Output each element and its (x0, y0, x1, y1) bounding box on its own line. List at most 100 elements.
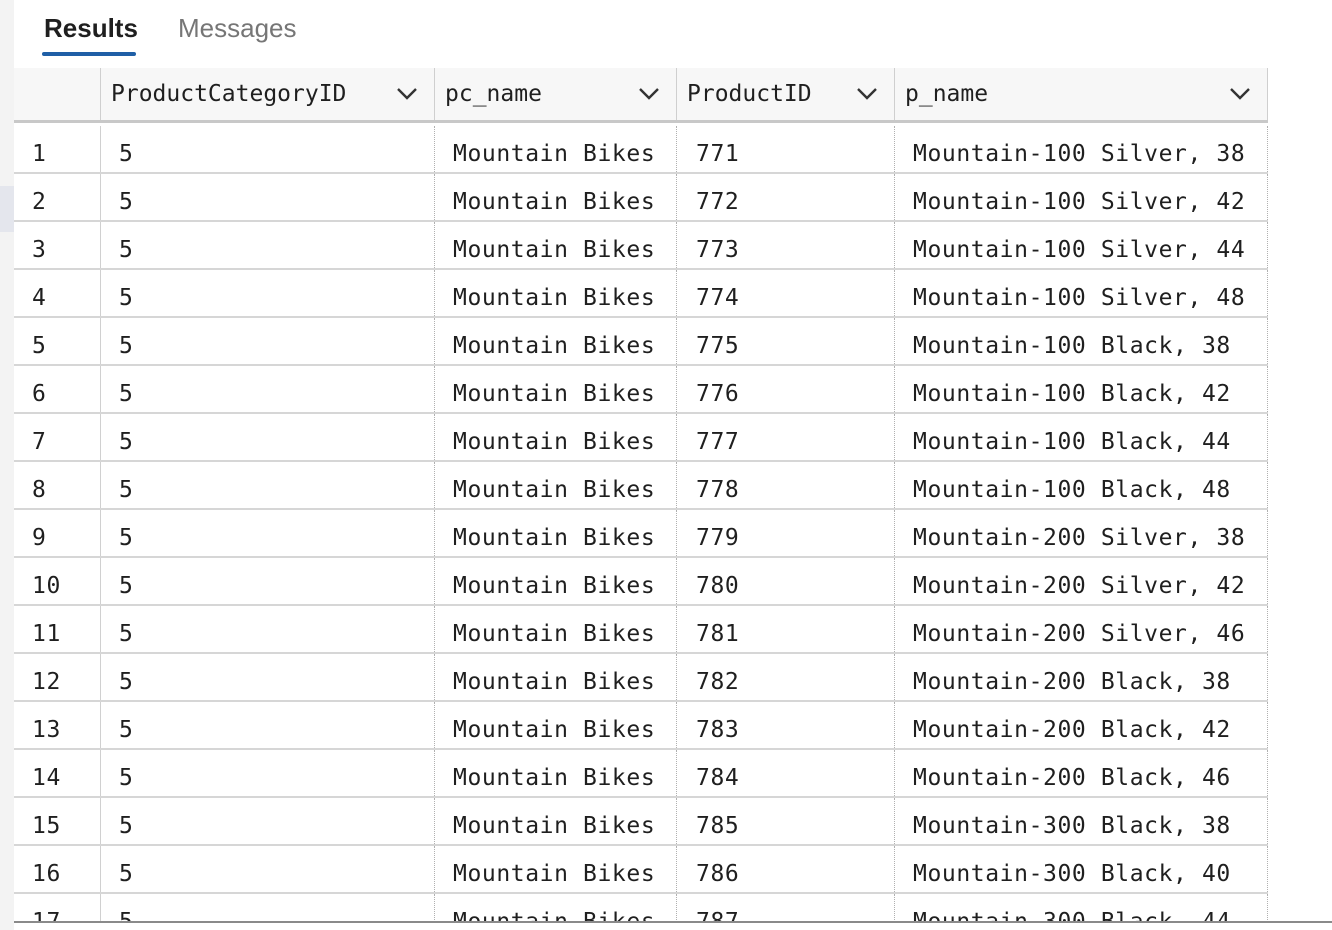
cell-p-name[interactable]: Mountain-300 Black, 38 (895, 798, 1268, 844)
column-header-productcategoryid[interactable]: ProductCategoryID (101, 68, 435, 120)
cell-productcategoryid[interactable]: 5 (101, 414, 435, 460)
row-number[interactable]: 5 (14, 318, 101, 364)
table-row[interactable]: 16 5 Mountain Bikes 786 Mountain-300 Black, … (14, 846, 1268, 894)
cell-productcategoryid[interactable]: 5 (101, 558, 435, 604)
cell-productcategoryid[interactable]: 5 (101, 654, 435, 700)
table-row[interactable]: 8 5 Mountain Bikes 778 Mountain-100 Black, 4… (14, 462, 1268, 510)
cell-pc-name[interactable]: Mountain Bikes (435, 510, 677, 556)
cell-productid[interactable]: 785 (677, 798, 895, 844)
cell-productid[interactable]: 774 (677, 270, 895, 316)
cell-productcategoryid[interactable]: 5 (101, 462, 435, 508)
cell-pc-name[interactable]: Mountain Bikes (435, 606, 677, 652)
chevron-down-icon[interactable] (856, 87, 878, 101)
table-row[interactable]: 1 5 Mountain Bikes 771 Mountain-100 Silver, … (14, 126, 1268, 174)
cell-productcategoryid[interactable]: 5 (101, 270, 435, 316)
cell-pc-name[interactable]: Mountain Bikes (435, 126, 677, 172)
row-number[interactable]: 17 (14, 894, 101, 922)
table-row[interactable]: 3 5 Mountain Bikes 773 Mountain-100 Silver, … (14, 222, 1268, 270)
cell-productid[interactable]: 775 (677, 318, 895, 364)
cell-p-name[interactable]: Mountain-100 Silver, 42 (895, 174, 1268, 220)
cell-p-name[interactable]: Mountain-100 Black, 38 (895, 318, 1268, 364)
cell-p-name[interactable]: Mountain-300 Black, 40 (895, 846, 1268, 892)
cell-productid[interactable]: 771 (677, 126, 895, 172)
cell-productcategoryid[interactable]: 5 (101, 798, 435, 844)
cell-productid[interactable]: 773 (677, 222, 895, 268)
chevron-down-icon[interactable] (396, 87, 418, 101)
cell-productcategoryid[interactable]: 5 (101, 366, 435, 412)
row-number[interactable]: 9 (14, 510, 101, 556)
row-number[interactable]: 12 (14, 654, 101, 700)
table-row[interactable]: 10 5 Mountain Bikes 780 Mountain-200 Silver,… (14, 558, 1268, 606)
column-header-pc-name[interactable]: pc_name (435, 68, 677, 120)
row-number[interactable]: 15 (14, 798, 101, 844)
column-header-productid[interactable]: ProductID (677, 68, 895, 120)
cell-p-name[interactable]: Mountain-100 Silver, 38 (895, 126, 1268, 172)
cell-productid[interactable]: 772 (677, 174, 895, 220)
cell-productcategoryid[interactable]: 5 (101, 126, 435, 172)
cell-productcategoryid[interactable]: 5 (101, 606, 435, 652)
cell-p-name[interactable]: Mountain-200 Silver, 38 (895, 510, 1268, 556)
cell-productid[interactable]: 787 (677, 894, 895, 922)
cell-productid[interactable]: 779 (677, 510, 895, 556)
table-row[interactable]: 13 5 Mountain Bikes 783 Mountain-200 Black, … (14, 702, 1268, 750)
cell-pc-name[interactable]: Mountain Bikes (435, 222, 677, 268)
table-row[interactable]: 15 5 Mountain Bikes 785 Mountain-300 Black, … (14, 798, 1268, 846)
cell-p-name[interactable]: Mountain-100 Silver, 48 (895, 270, 1268, 316)
cell-productid[interactable]: 780 (677, 558, 895, 604)
row-number[interactable]: 14 (14, 750, 101, 796)
cell-pc-name[interactable]: Mountain Bikes (435, 846, 677, 892)
cell-p-name[interactable]: Mountain-200 Black, 38 (895, 654, 1268, 700)
row-number[interactable]: 3 (14, 222, 101, 268)
cell-p-name[interactable]: Mountain-100 Silver, 44 (895, 222, 1268, 268)
table-row[interactable]: 5 5 Mountain Bikes 775 Mountain-100 Black, 3… (14, 318, 1268, 366)
cell-productid[interactable]: 781 (677, 606, 895, 652)
cell-pc-name[interactable]: Mountain Bikes (435, 702, 677, 748)
cell-pc-name[interactable]: Mountain Bikes (435, 318, 677, 364)
chevron-down-icon[interactable] (1229, 87, 1251, 101)
table-row[interactable]: 2 5 Mountain Bikes 772 Mountain-100 Silver, … (14, 174, 1268, 222)
cell-productcategoryid[interactable]: 5 (101, 318, 435, 364)
row-number[interactable]: 2 (14, 174, 101, 220)
table-row[interactable]: 17 5 Mountain Bikes 787 Mountain-300 Black, … (14, 894, 1268, 922)
cell-productid[interactable]: 786 (677, 846, 895, 892)
cell-pc-name[interactable]: Mountain Bikes (435, 750, 677, 796)
cell-pc-name[interactable]: Mountain Bikes (435, 174, 677, 220)
row-number[interactable]: 10 (14, 558, 101, 604)
cell-productid[interactable]: 782 (677, 654, 895, 700)
table-row[interactable]: 6 5 Mountain Bikes 776 Mountain-100 Black, 4… (14, 366, 1268, 414)
table-row[interactable]: 12 5 Mountain Bikes 782 Mountain-200 Black, … (14, 654, 1268, 702)
cell-productcategoryid[interactable]: 5 (101, 894, 435, 922)
cell-productcategoryid[interactable]: 5 (101, 702, 435, 748)
cell-pc-name[interactable]: Mountain Bikes (435, 894, 677, 922)
cell-p-name[interactable]: Mountain-100 Black, 48 (895, 462, 1268, 508)
table-row[interactable]: 9 5 Mountain Bikes 779 Mountain-200 Silver, … (14, 510, 1268, 558)
cell-productid[interactable]: 784 (677, 750, 895, 796)
cell-pc-name[interactable]: Mountain Bikes (435, 414, 677, 460)
row-number[interactable]: 8 (14, 462, 101, 508)
cell-productid[interactable]: 777 (677, 414, 895, 460)
row-number[interactable]: 4 (14, 270, 101, 316)
cell-pc-name[interactable]: Mountain Bikes (435, 462, 677, 508)
cell-pc-name[interactable]: Mountain Bikes (435, 366, 677, 412)
table-row[interactable]: 4 5 Mountain Bikes 774 Mountain-100 Silver, … (14, 270, 1268, 318)
row-number[interactable]: 16 (14, 846, 101, 892)
tab-results[interactable]: Results (42, 12, 140, 52)
cell-pc-name[interactable]: Mountain Bikes (435, 270, 677, 316)
cell-p-name[interactable]: Mountain-200 Black, 46 (895, 750, 1268, 796)
cell-productcategoryid[interactable]: 5 (101, 510, 435, 556)
cell-p-name[interactable]: Mountain-200 Black, 42 (895, 702, 1268, 748)
cell-productid[interactable]: 776 (677, 366, 895, 412)
row-number[interactable]: 13 (14, 702, 101, 748)
cell-p-name[interactable]: Mountain-300 Black, 44 (895, 894, 1268, 922)
cell-productid[interactable]: 783 (677, 702, 895, 748)
cell-pc-name[interactable]: Mountain Bikes (435, 654, 677, 700)
row-number[interactable]: 1 (14, 126, 101, 172)
cell-pc-name[interactable]: Mountain Bikes (435, 798, 677, 844)
cell-productcategoryid[interactable]: 5 (101, 174, 435, 220)
cell-p-name[interactable]: Mountain-200 Silver, 46 (895, 606, 1268, 652)
cell-productid[interactable]: 778 (677, 462, 895, 508)
cell-p-name[interactable]: Mountain-100 Black, 44 (895, 414, 1268, 460)
table-row[interactable]: 14 5 Mountain Bikes 784 Mountain-200 Black, … (14, 750, 1268, 798)
cell-p-name[interactable]: Mountain-100 Black, 42 (895, 366, 1268, 412)
cell-productcategoryid[interactable]: 5 (101, 750, 435, 796)
